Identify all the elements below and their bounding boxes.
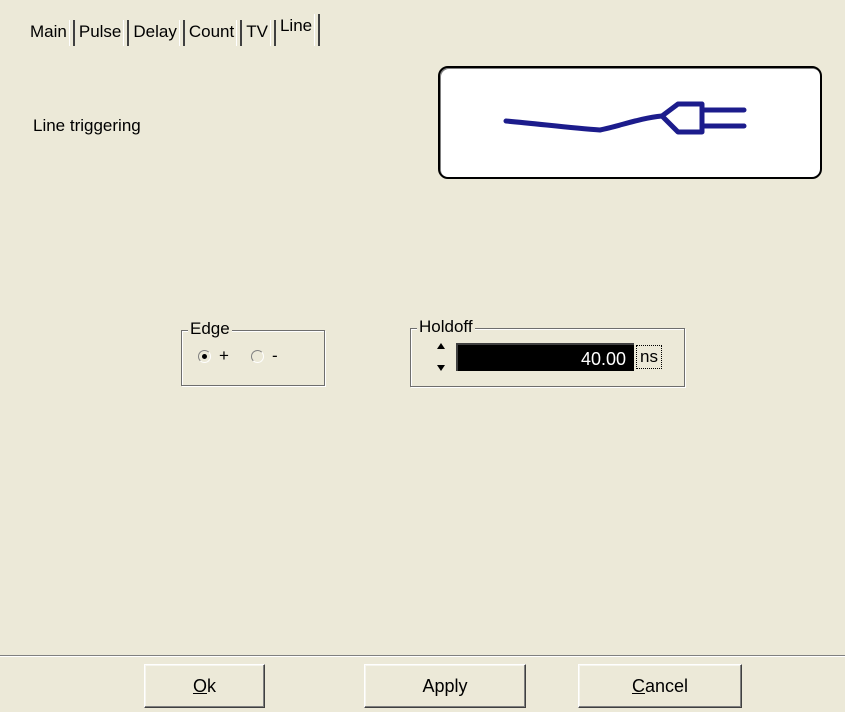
tab-main[interactable]: Main xyxy=(28,18,75,46)
edge-options: + - xyxy=(198,347,300,365)
tab-label: TV xyxy=(246,22,268,41)
tab-pulse[interactable]: Pulse xyxy=(75,18,130,46)
edge-minus-label: - xyxy=(271,346,278,365)
illustration-frame xyxy=(438,66,822,179)
holdoff-value-field[interactable]: 40.00 xyxy=(456,343,634,371)
power-plug-icon xyxy=(503,101,747,135)
holdoff-unit[interactable]: ns xyxy=(636,345,662,369)
tab-bar: Main Pulse Delay Count TV Line xyxy=(28,12,321,46)
ok-button[interactable]: Ok xyxy=(144,664,265,708)
tab-tv[interactable]: TV xyxy=(242,18,276,46)
edge-legend: Edge xyxy=(188,319,232,338)
apply-button[interactable]: Apply xyxy=(364,664,526,708)
tab-label: Delay xyxy=(133,22,177,41)
tab-label: Main xyxy=(30,22,67,41)
tab-label: Line xyxy=(279,16,313,35)
cancel-label-rest: ancel xyxy=(644,676,689,696)
ok-mnemonic: O xyxy=(192,676,207,696)
holdoff-legend: Holdoff xyxy=(417,317,475,336)
edge-plus-radio[interactable] xyxy=(198,349,211,363)
tab-delay[interactable]: Delay xyxy=(129,18,186,46)
ok-label-rest: k xyxy=(207,676,216,696)
holdoff-group: Holdoff 40.00 ns xyxy=(410,318,685,387)
holdoff-spinner[interactable] xyxy=(436,343,446,371)
edge-group: Edge + - xyxy=(181,320,325,386)
tab-line[interactable]: Line xyxy=(276,12,321,46)
tab-label: Count xyxy=(188,22,235,41)
cancel-mnemonic: C xyxy=(631,676,645,696)
tab-count[interactable]: Count xyxy=(185,18,243,46)
cancel-button[interactable]: Cancel xyxy=(578,664,742,708)
edge-minus-radio[interactable] xyxy=(250,349,264,363)
page-title: Line triggering xyxy=(33,116,141,135)
spin-up-icon[interactable] xyxy=(437,343,445,349)
edge-plus-label: + xyxy=(219,346,229,365)
footer-divider xyxy=(0,655,845,657)
tab-label: Pulse xyxy=(78,22,122,41)
spin-down-icon[interactable] xyxy=(437,365,445,371)
